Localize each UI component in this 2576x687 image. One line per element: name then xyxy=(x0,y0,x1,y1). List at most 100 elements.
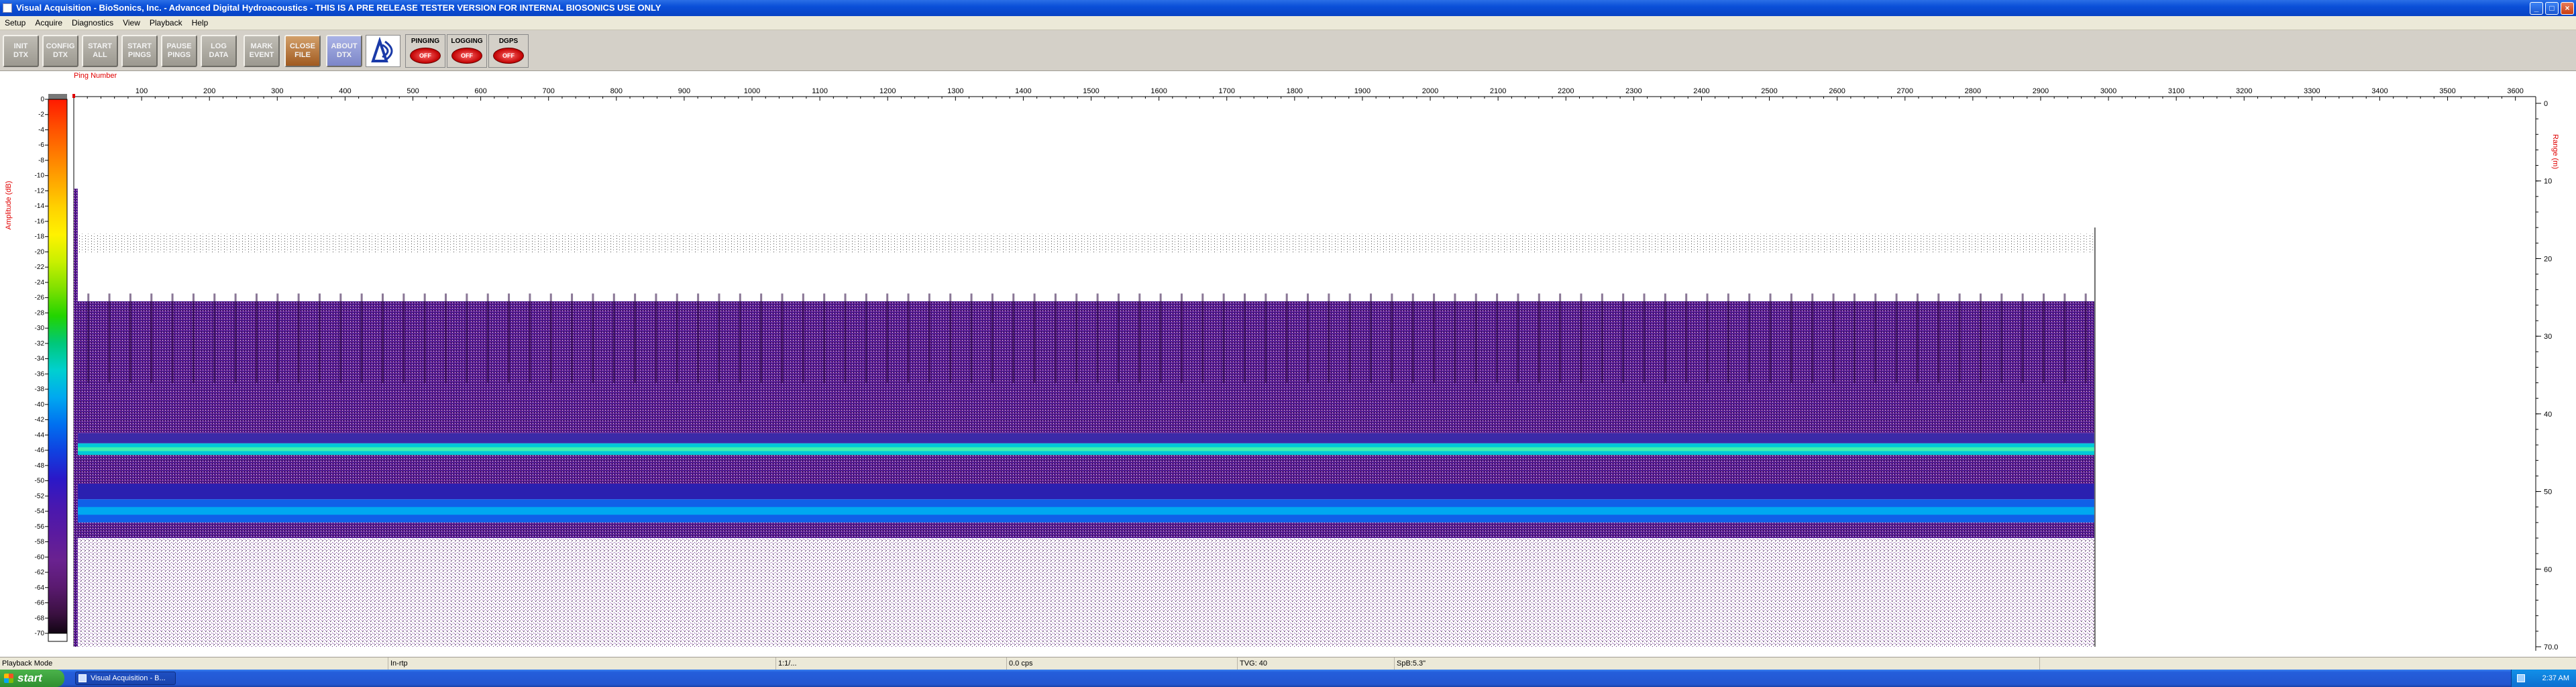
scatter-striation xyxy=(571,293,574,383)
menu-bar: Setup Acquire Diagnostics View Playback … xyxy=(0,16,2576,30)
scatter-striation xyxy=(318,293,321,383)
amplitude-tick-label: -4 xyxy=(38,126,44,134)
windows-flag-icon xyxy=(4,674,13,683)
taskbar-item-visual-acquisition[interactable]: Visual Acquisition - B... xyxy=(75,672,176,685)
toolbar: INIT DTX CONFIG DTX START ALL START PINGS PA… xyxy=(0,30,2576,71)
x-tick-label: 3400 xyxy=(2371,87,2387,95)
start-pings-button[interactable]: START PINGS xyxy=(121,35,158,67)
amplitude-tick-label: -18 xyxy=(35,233,45,241)
scatter-striation xyxy=(697,293,700,383)
config-dtx-button[interactable]: CONFIG DTX xyxy=(42,35,78,67)
scatter-striation xyxy=(1454,293,1456,383)
status-cell: TVG: 40 xyxy=(1237,657,1395,670)
second-echo-halo xyxy=(74,484,2095,500)
scatter-striation xyxy=(1012,293,1015,383)
amplitude-tick-label: -28 xyxy=(35,309,45,317)
button-label: EVENT xyxy=(249,51,274,59)
log-data-button[interactable]: LOG DATA xyxy=(201,35,237,67)
x-tick-label: 3500 xyxy=(2439,87,2455,95)
range-tick-label: 0 xyxy=(2544,100,2548,108)
amplitude-tick-label: -12 xyxy=(35,187,45,195)
x-tick-label: 2000 xyxy=(1422,87,1438,95)
scatter-striation xyxy=(1433,293,1436,383)
scatter-striation xyxy=(1265,293,1267,383)
amplitude-tick-label: -6 xyxy=(38,142,44,149)
scatter-striation xyxy=(1790,293,1792,383)
scatter-striation xyxy=(760,293,763,383)
x-tick-label: 2400 xyxy=(1693,87,1709,95)
amplitude-tick-label: 0 xyxy=(40,96,44,103)
start-all-button[interactable]: START ALL xyxy=(82,35,118,67)
scatter-striation xyxy=(1895,293,1898,383)
scatter-striation xyxy=(1874,293,1877,383)
scatter-striation xyxy=(781,293,784,383)
x-tick-label: 3100 xyxy=(2168,87,2184,95)
scatter-striation xyxy=(949,293,952,383)
scatter-striation xyxy=(844,293,847,383)
button-label: START xyxy=(88,42,112,50)
scatter-striation xyxy=(508,293,511,383)
x-axis-title: Ping Number xyxy=(74,72,117,80)
scatter-striation xyxy=(1622,293,1625,383)
status-cell: In-rtp xyxy=(388,657,777,670)
x-tick-label: 1400 xyxy=(1015,87,1031,95)
init-dtx-button[interactable]: INIT DTX xyxy=(3,35,39,67)
scatter-striation xyxy=(549,293,552,383)
button-label: DTX xyxy=(337,51,352,59)
network-icon[interactable] xyxy=(2517,674,2525,682)
amplitude-tick-label: -20 xyxy=(35,248,45,256)
amplitude-tick-label: -8 xyxy=(38,157,44,164)
scatter-striation xyxy=(2000,293,2003,383)
indicator-label: LOGGING xyxy=(451,38,483,45)
range-tick-label: 20 xyxy=(2544,255,2552,263)
range-tick-label: 10 xyxy=(2544,178,2552,186)
scatter-striation xyxy=(1769,293,1772,383)
surface-noise-band xyxy=(74,233,2095,253)
x-tick-label: 3600 xyxy=(2507,87,2523,95)
scatter-striation xyxy=(339,293,342,383)
amplitude-tick-label: -54 xyxy=(35,508,45,515)
minimize-button[interactable]: _ xyxy=(2530,1,2543,15)
status-cell: 0.0 cps xyxy=(1006,657,1238,670)
pause-pings-button[interactable]: PAUSE PINGS xyxy=(161,35,197,67)
close-file-button[interactable]: CLOSE FILE xyxy=(284,35,321,67)
maximize-button[interactable]: □ xyxy=(2545,1,2559,15)
start-button[interactable]: start xyxy=(0,670,64,687)
scatter-striation xyxy=(1496,293,1499,383)
scatter-striation xyxy=(1307,293,1309,383)
scatter-striation xyxy=(970,293,973,383)
button-label: PINGS xyxy=(127,51,152,59)
menu-diagnostics[interactable]: Diagnostics xyxy=(67,18,118,28)
scatter-striation xyxy=(907,293,910,383)
x-tick-label: 2100 xyxy=(1490,87,1506,95)
echogram[interactable]: 0 -2 -4 -6 -8 -10 -12 -14 -16 -18 -20 -22 -24 -26 -28 -… xyxy=(0,71,2576,657)
menu-acquire[interactable]: Acquire xyxy=(30,18,67,28)
x-tick-label: 2700 xyxy=(1897,87,1913,95)
scatter-striation xyxy=(1075,293,1078,383)
menu-playback[interactable]: Playback xyxy=(145,18,187,28)
scatter-striation xyxy=(1159,293,1162,383)
scatter-striation xyxy=(150,293,153,383)
button-label: START xyxy=(127,42,152,50)
scatter-striation xyxy=(445,293,447,383)
menu-setup[interactable]: Setup xyxy=(0,18,30,28)
logging-indicator: LOGGING OFF xyxy=(447,34,487,68)
scatter-striation xyxy=(1685,293,1688,383)
scatter-striation xyxy=(529,293,531,383)
scatter-striation xyxy=(1222,293,1225,383)
scatter-striation xyxy=(823,293,826,383)
scatter-striation xyxy=(276,293,279,383)
button-label: PAUSE xyxy=(166,42,192,50)
menu-help[interactable]: Help xyxy=(187,18,213,28)
menu-view[interactable]: View xyxy=(118,18,145,28)
close-button[interactable]: × xyxy=(2561,1,2574,15)
x-tick-label: 800 xyxy=(610,87,623,95)
scatter-striation xyxy=(1664,293,1666,383)
x-tick-label: 600 xyxy=(474,87,486,95)
mark-event-button[interactable]: MARK EVENT xyxy=(244,35,280,67)
about-dtx-button[interactable]: ABOUT DTX xyxy=(326,35,362,67)
scatter-striation xyxy=(360,293,363,383)
echogram-panel[interactable]: 0 -2 -4 -6 -8 -10 -12 -14 -16 -18 -20 -22 -24 -26 -28 -… xyxy=(0,71,2576,657)
clock: 2:37 AM xyxy=(2542,674,2569,682)
status-cell-empty xyxy=(2039,657,2576,670)
